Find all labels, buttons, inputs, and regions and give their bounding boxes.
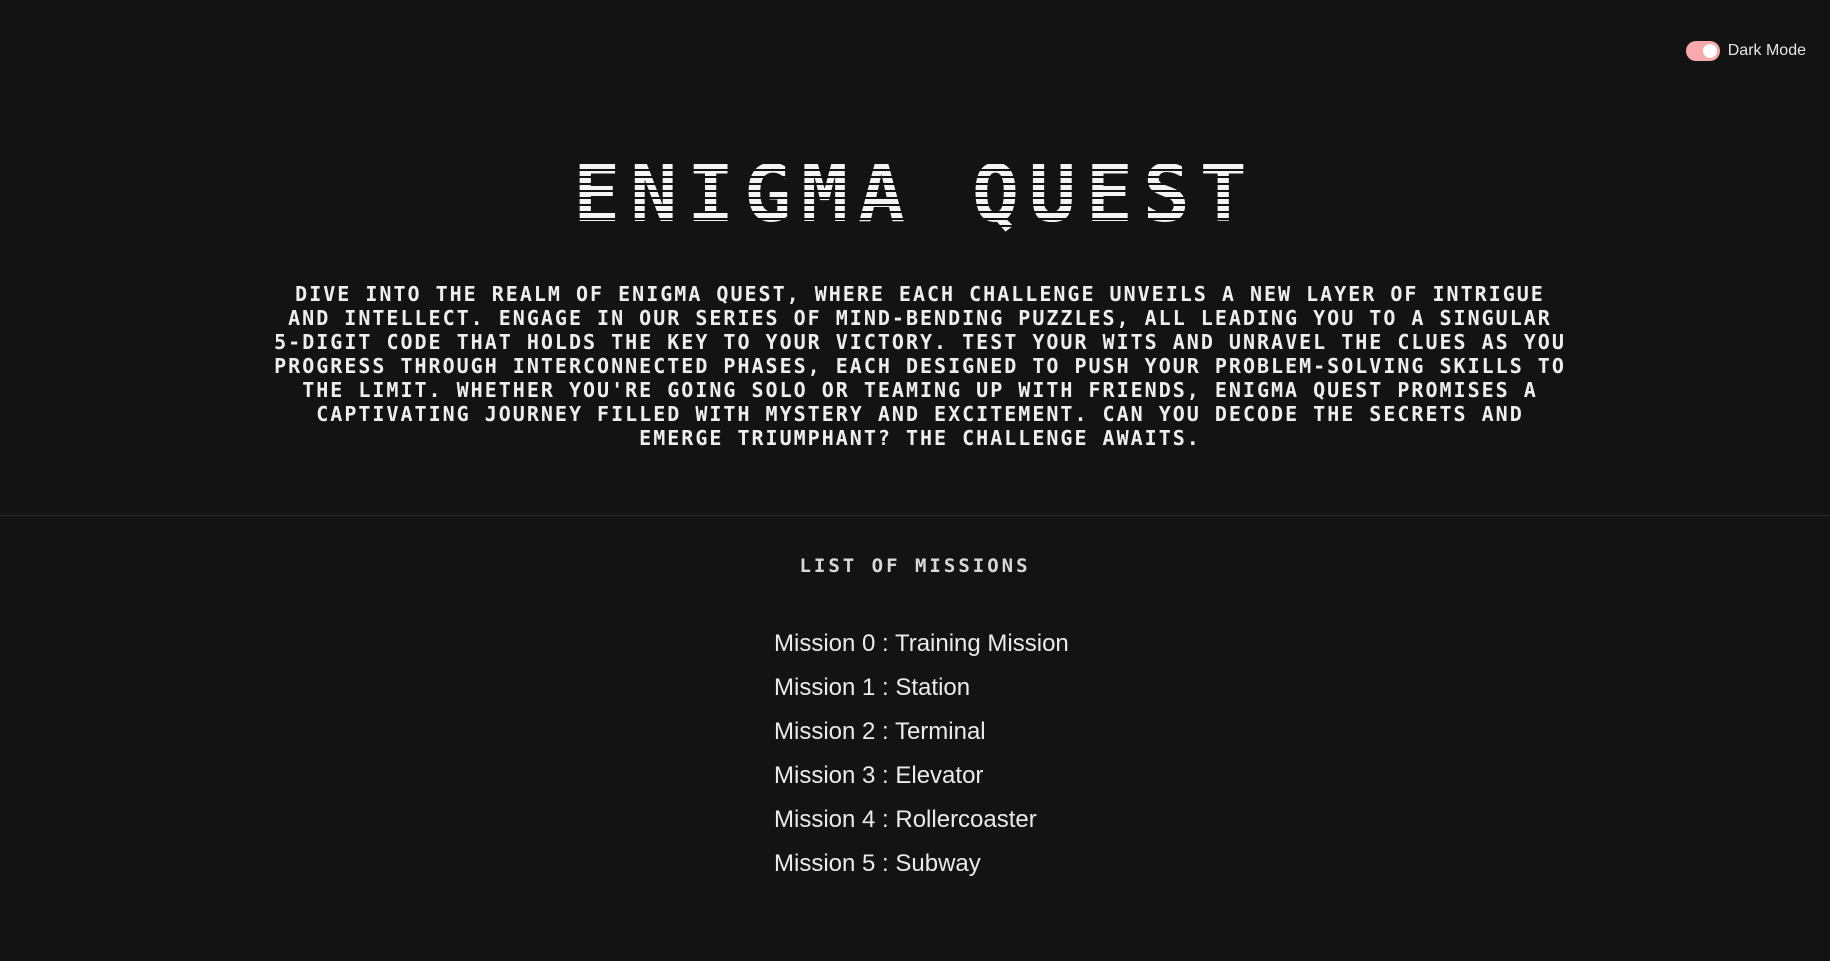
mission-item-5[interactable]: Mission 5 : Subway — [774, 842, 1069, 886]
page-title: ENIGMA QUEST — [0, 150, 1830, 240]
mission-item-1[interactable]: Mission 1 : Station — [774, 666, 1069, 710]
mission-item-0[interactable]: Mission 0 : Training Mission — [774, 622, 1069, 666]
mission-item-2[interactable]: Mission 2 : Terminal — [774, 710, 1069, 754]
intro-description: DIVE INTO THE REALM OF ENIGMA QUEST, WHE… — [274, 282, 1566, 450]
mission-list: Mission 0 : Training Mission Mission 1 :… — [774, 622, 1069, 886]
mission-item-4[interactable]: Mission 4 : Rollercoaster — [774, 798, 1069, 842]
hero-section: ENIGMA QUEST DIVE INTO THE REALM OF ENIG… — [0, 0, 1830, 516]
missions-heading: LIST OF MISSIONS — [799, 555, 1031, 577]
page: Dark Mode ENIGMA QUEST DIVE INTO THE REA… — [0, 0, 1830, 961]
mission-item-3[interactable]: Mission 3 : Elevator — [774, 754, 1069, 798]
